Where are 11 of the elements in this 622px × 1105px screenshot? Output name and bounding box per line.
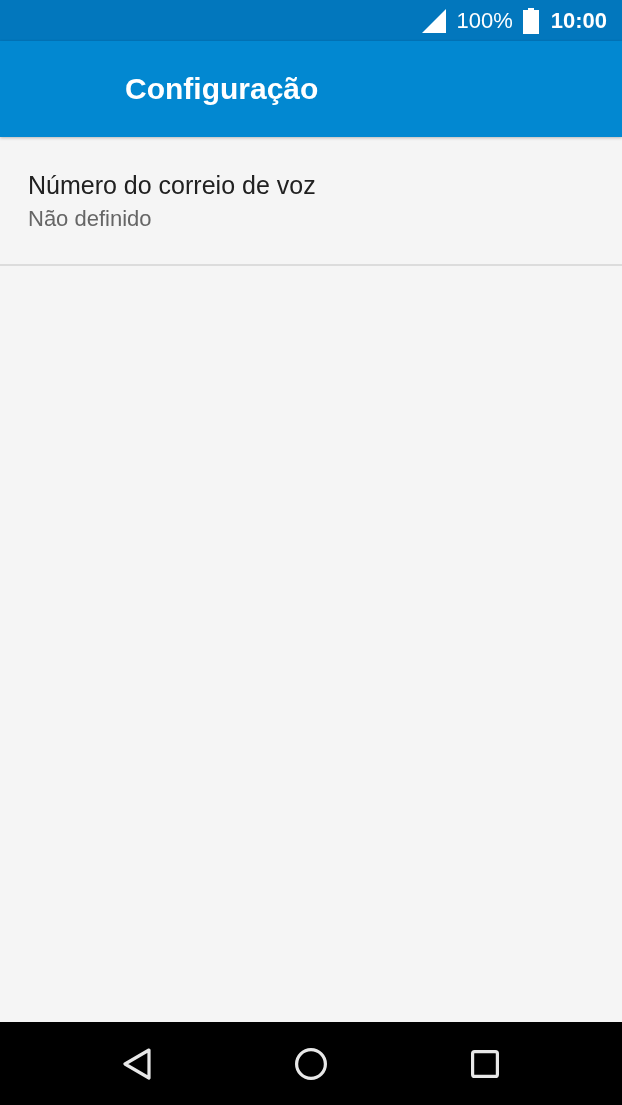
setting-summary: Não definido [28, 205, 153, 233]
screen-title: Configuração [125, 72, 319, 106]
home-icon[interactable] [295, 1047, 327, 1080]
battery-icon [522, 7, 539, 34]
back-icon[interactable] [123, 1047, 151, 1080]
setting-title: Número do correio de voz [28, 170, 317, 201]
clock-time: 10:00 [550, 7, 607, 34]
signal-icon [422, 8, 447, 33]
recents-icon[interactable] [471, 1049, 499, 1078]
battery-percentage: 100% [456, 7, 513, 34]
settings-item[interactable]: Número do correio de voz Não definido [0, 137, 622, 266]
